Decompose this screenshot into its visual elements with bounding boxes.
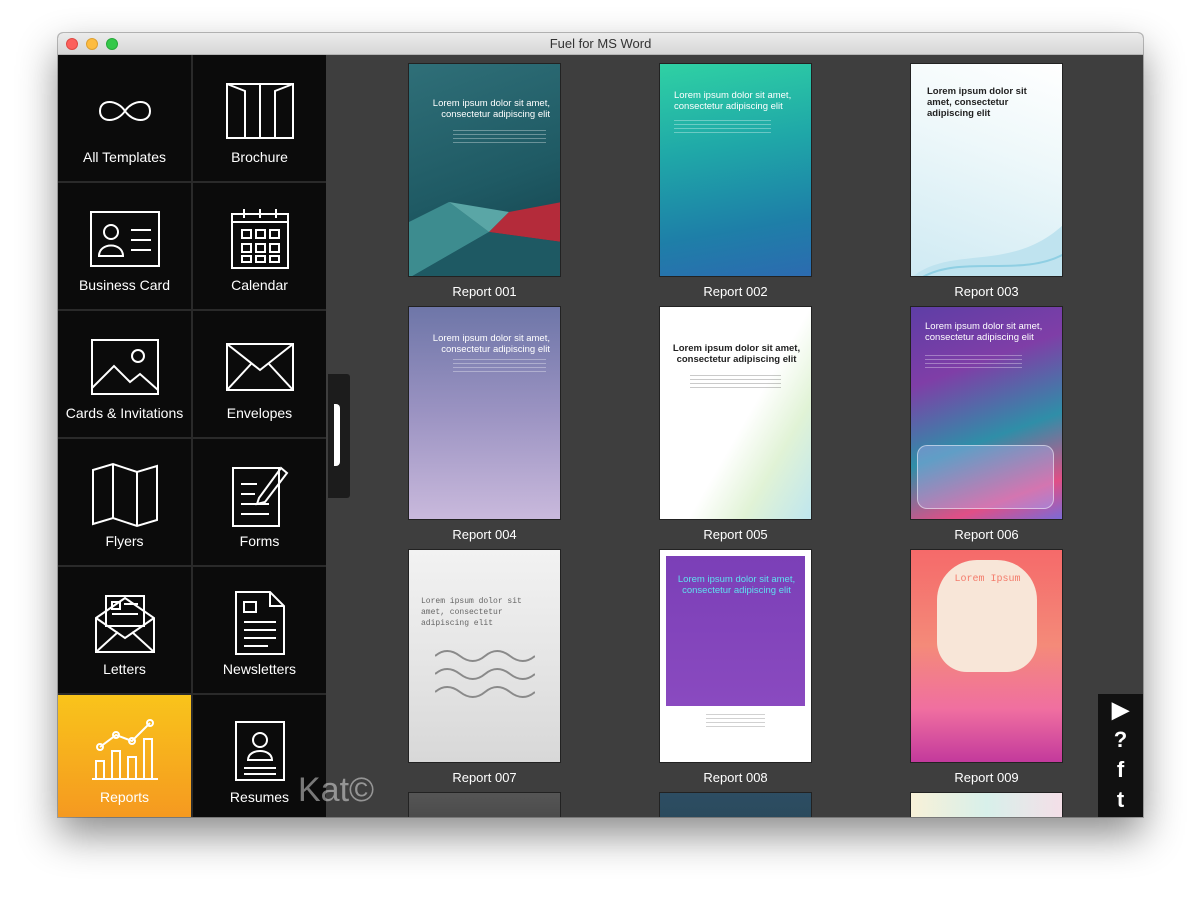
template-card-report-005[interactable]: Lorem ipsum dolor sit amet, consectetur … <box>659 306 812 542</box>
thumbnail-heading: Lorem ipsum dolor sit amet, consectetur … <box>432 333 550 355</box>
sidebar-item-flyers[interactable]: Flyers <box>58 439 191 565</box>
sidebar-item-label: Letters <box>103 661 146 677</box>
template-thumbnail[interactable]: Lorem ipsum dolor sit amet, consectetur … <box>910 63 1063 277</box>
template-card-partial[interactable] <box>408 792 561 817</box>
sidebar-item-calendar[interactable]: Calendar <box>193 183 326 309</box>
thumbnail-text-lines <box>690 375 781 389</box>
template-card-partial[interactable] <box>910 792 1063 817</box>
template-thumbnail[interactable]: Lorem Ipsum <box>910 549 1063 763</box>
image-card-icon <box>58 331 191 403</box>
thumbnail-heading: Lorem ipsum dolor sit amet, consectetur … <box>925 321 1043 343</box>
newsletter-icon <box>193 587 326 659</box>
info-panel <box>917 445 1054 509</box>
calendar-icon <box>193 203 326 275</box>
template-card-report-009[interactable]: Lorem Ipsum Report 009 <box>910 549 1063 785</box>
sidebar-item-label: Brochure <box>231 149 288 165</box>
template-name: Report 007 <box>452 770 517 785</box>
facebook-icon[interactable]: f <box>1098 755 1143 785</box>
sidebar-item-label: Forms <box>239 533 280 549</box>
sidebar-item-label: Newsletters <box>222 661 297 677</box>
sidebar-item-cards-invitations[interactable]: Cards & Invitations <box>58 311 191 437</box>
template-thumbnail[interactable]: Lorem ipsum dolor sit amet, consectetur … <box>408 63 561 277</box>
window-title: Fuel for MS Word <box>549 36 652 51</box>
help-icon[interactable]: ? <box>1098 725 1143 755</box>
twitter-icon[interactable]: t <box>1098 785 1143 815</box>
polygon-graphic <box>409 202 560 276</box>
sidebar-item-business-card[interactable]: Business Card <box>58 183 191 309</box>
template-name: Report 009 <box>954 770 1019 785</box>
sidebar-item-envelopes[interactable]: Envelopes <box>193 311 326 437</box>
sidebar-item-reports[interactable]: Reports <box>58 695 191 817</box>
thumbnail-text-lines <box>453 359 546 373</box>
template-thumbnail[interactable]: Lorem ipsum dolor sit amet, consectetur … <box>910 306 1063 520</box>
thumbnail-text-lines <box>925 355 1022 369</box>
envelope-icon <box>193 331 326 403</box>
template-grid: Lorem ipsum dolor sit amet, consectetur … <box>326 55 1143 817</box>
template-card-report-008[interactable]: Lorem ipsum dolor sit amet, consectetur … <box>659 549 812 785</box>
sidebar-item-all-templates[interactable]: All Templates <box>58 55 191 181</box>
book-icon <box>193 75 326 147</box>
business-card-icon <box>58 203 191 275</box>
template-card-report-001[interactable]: Lorem ipsum dolor sit amet, consectetur … <box>408 63 561 299</box>
letter-icon <box>58 587 191 659</box>
folded-map-icon <box>58 459 191 531</box>
chart-icon <box>58 715 191 787</box>
template-name: Report 005 <box>703 527 768 542</box>
sidebar-item-label: All Templates <box>82 149 166 165</box>
thumbnail-heading: Lorem ipsum dolor sit amet, consectetur … <box>421 597 522 628</box>
sidebar-item-label: Reports <box>99 789 150 805</box>
thumbnail-text-lines <box>674 120 771 134</box>
sidebar-item-forms[interactable]: Forms <box>193 439 326 565</box>
template-card-report-006[interactable]: Lorem ipsum dolor sit amet, consectetur … <box>910 306 1063 542</box>
thumbnail-heading: Lorem ipsum dolor sit amet, consectetur … <box>674 90 792 112</box>
template-card-report-007[interactable]: Lorem ipsum dolor sit amet, consectetur … <box>408 549 561 785</box>
template-card-report-003[interactable]: Lorem ipsum dolor sit amet, consectetur … <box>910 63 1063 299</box>
sidebar-item-label: Cards & Invitations <box>65 405 184 421</box>
template-card-report-004[interactable]: Lorem ipsum dolor sit amet, consectetur … <box>408 306 561 542</box>
template-name: Report 002 <box>703 284 768 299</box>
form-edit-icon <box>193 459 326 531</box>
template-thumbnail[interactable]: Lorem ipsum dolor sit amet, consectetur … <box>408 306 561 520</box>
template-name: Report 001 <box>452 284 517 299</box>
infinity-icon <box>58 75 191 147</box>
template-thumbnail[interactable] <box>659 792 812 817</box>
thumbnail-heading: Lorem ipsum dolor sit amet, consectetur … <box>677 574 796 596</box>
title-bar: Fuel for MS Word <box>58 33 1143 55</box>
template-thumbnail[interactable]: Lorem ipsum dolor sit amet, consectetur … <box>659 306 812 520</box>
sidebar-item-brochure[interactable]: Brochure <box>193 55 326 181</box>
thumbnail-heading: Lorem ipsum dolor sit amet, consectetur … <box>432 98 550 120</box>
category-sidebar: All Templates Brochure Business Card Cal… <box>58 55 326 817</box>
template-thumbnail[interactable]: Lorem ipsum dolor sit amet, consectetur … <box>408 549 561 763</box>
sidebar-item-label: Flyers <box>105 533 144 549</box>
thumbnail-text-lines <box>706 714 765 728</box>
sidebar-item-newsletters[interactable]: Newsletters <box>193 567 326 693</box>
template-name: Report 004 <box>452 527 517 542</box>
thumbnail-heading: Lorem ipsum dolor sit amet, consectetur … <box>672 343 801 365</box>
sidebar-item-label: Envelopes <box>226 405 293 421</box>
thumbnail-text-lines <box>453 130 546 144</box>
thumbnail-heading: Lorem ipsum dolor sit amet, consectetur … <box>927 86 1027 119</box>
template-card-report-002[interactable]: Lorem ipsum dolor sit amet, consectetur … <box>659 63 812 299</box>
template-thumbnail[interactable]: Lorem ipsum dolor sit amet, consectetur … <box>659 63 812 277</box>
template-name: Report 003 <box>954 284 1019 299</box>
sidebar-item-letters[interactable]: Letters <box>58 567 191 693</box>
side-action-bar: ▶ ? f t <box>1098 694 1143 817</box>
thumbnail-heading: Lorem Ipsum <box>954 574 1021 585</box>
app-window: Fuel for MS Word All Templates Brochure … <box>58 33 1143 817</box>
template-thumbnail[interactable] <box>910 792 1063 817</box>
play-icon[interactable]: ▶ <box>1098 695 1143 725</box>
template-card-partial[interactable] <box>659 792 812 817</box>
sidebar-item-label: Calendar <box>231 277 288 293</box>
wave-graphic <box>913 225 1062 276</box>
template-thumbnail[interactable] <box>408 792 561 817</box>
template-name: Report 006 <box>954 527 1019 542</box>
wave-lines-graphic <box>435 650 535 698</box>
sidebar-item-label: Business Card <box>78 277 171 293</box>
template-name: Report 008 <box>703 770 768 785</box>
template-thumbnail[interactable]: Lorem ipsum dolor sit amet, consectetur … <box>659 549 812 763</box>
